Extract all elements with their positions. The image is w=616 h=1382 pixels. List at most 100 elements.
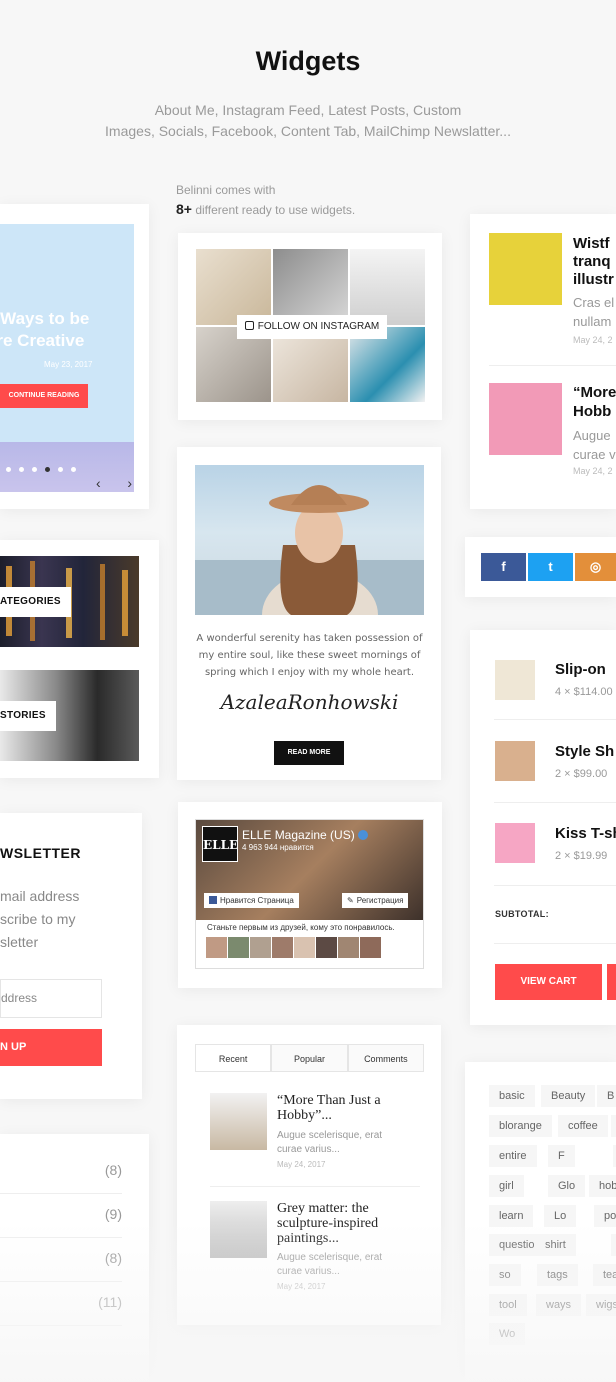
archive-row[interactable]: (9) — [0, 1194, 122, 1238]
tag-chip[interactable]: coffee — [558, 1115, 608, 1137]
post-title-line[interactable]: illustr — [573, 270, 614, 289]
avatar[interactable] — [294, 937, 315, 958]
checkout-button[interactable] — [607, 964, 616, 1000]
category-label-1[interactable]: ATEGORIES — [0, 587, 71, 617]
facebook-page-logo[interactable]: ELLE — [202, 826, 238, 862]
tag-chip[interactable]: learn — [489, 1205, 534, 1227]
avatar[interactable] — [206, 937, 227, 958]
slider-dot[interactable] — [6, 467, 11, 472]
tag-chip[interactable]: B — [597, 1085, 616, 1107]
facebook-page-name[interactable]: ELLE Magazine (US) — [242, 828, 369, 842]
tag-chip[interactable]: tags — [537, 1264, 578, 1286]
post-thumbnail[interactable] — [489, 233, 562, 305]
archive-row[interactable]: (8) — [0, 1150, 122, 1194]
post-title-line[interactable]: tranq — [573, 252, 611, 271]
tab-recent[interactable]: Recent — [195, 1044, 272, 1071]
post-thumbnail[interactable] — [210, 1093, 267, 1150]
slider-dot-active[interactable] — [45, 467, 50, 472]
tag-chip[interactable]: shops — [611, 1234, 616, 1256]
archive-count: (8) — [104, 1250, 122, 1266]
tab-popular[interactable]: Popular — [271, 1044, 348, 1071]
avatar[interactable] — [360, 937, 381, 958]
divider — [494, 802, 616, 803]
tag-chip[interactable]: entire — [489, 1145, 537, 1167]
intro-line-1: Belinni comes with — [176, 183, 276, 197]
instagram-photo[interactable] — [350, 249, 425, 325]
slide-date: May 23, 2017 — [44, 360, 93, 369]
newsletter-title: WSLETTER — [0, 845, 81, 861]
product-qty: 4 × $114.00 — [555, 686, 613, 698]
slider-arrows: ‹ › — [96, 475, 132, 491]
post-thumbnail[interactable] — [210, 1201, 267, 1258]
tag-chip[interactable]: hobby — [589, 1175, 616, 1197]
tag-chip[interactable]: post — [594, 1205, 616, 1227]
verified-icon — [358, 830, 369, 840]
twitter-icon[interactable]: t — [528, 553, 573, 581]
post-date: May 24, 2017 — [277, 1282, 326, 1291]
tag-chip[interactable]: Wo — [489, 1323, 526, 1345]
intro-text: Belinni comes with 8+ different ready to… — [176, 181, 355, 220]
avatar[interactable] — [338, 937, 359, 958]
chevron-right-icon[interactable]: › — [127, 475, 132, 491]
tag-chip[interactable]: team — [593, 1264, 616, 1286]
instagram-icon[interactable]: ◎ — [575, 553, 616, 581]
post-excerpt: Augue — [573, 428, 611, 443]
slider-dot[interactable] — [19, 467, 24, 472]
follow-on-instagram-button[interactable]: FOLLOW ON INSTAGRAM — [237, 315, 387, 339]
post-title-line[interactable]: Hobb — [573, 402, 611, 421]
slider-dot[interactable] — [71, 467, 76, 472]
product-thumbnail[interactable] — [495, 823, 535, 863]
product-name[interactable]: Style Sh — [555, 743, 614, 760]
avatar[interactable] — [272, 937, 293, 958]
post-title-line[interactable]: Wistf — [573, 234, 610, 253]
tab-comments[interactable]: Comments — [347, 1044, 424, 1071]
tag-chip[interactable]: wigs — [586, 1294, 616, 1316]
tag-chip[interactable]: girl — [489, 1175, 524, 1197]
tag-chip[interactable]: F — [548, 1145, 575, 1167]
view-cart-button[interactable]: VIEW CART — [495, 964, 602, 1000]
tag-chip[interactable]: ways — [536, 1294, 582, 1316]
tag-chip[interactable]: tool — [489, 1294, 527, 1316]
tag-chip[interactable]: Beauty — [541, 1085, 596, 1107]
product-thumbnail[interactable] — [495, 741, 535, 781]
post-date: May 24, 2 — [573, 335, 613, 345]
tag-chip[interactable]: basic — [489, 1085, 535, 1107]
signature: AzaleaRonhowski — [220, 690, 399, 714]
slide-title[interactable]: 0 Ways to be ore Creative — [0, 308, 126, 352]
category-label-2[interactable]: STORIES — [0, 701, 56, 731]
tag-chip[interactable]: Lo — [544, 1205, 577, 1227]
product-name[interactable]: Slip-on — [555, 661, 606, 678]
newsletter-email-field[interactable]: ddress — [0, 979, 102, 1018]
product-name[interactable]: Kiss T-sh — [555, 825, 616, 842]
tag-chip[interactable]: Glo — [548, 1175, 586, 1197]
facebook-like-button[interactable]: Нравится Страница — [204, 893, 299, 908]
chevron-left-icon[interactable]: ‹ — [96, 475, 101, 491]
tag-chip[interactable]: design — [611, 1115, 616, 1137]
post-title[interactable]: Grey matter: the sculpture-inspired pain… — [277, 1201, 407, 1246]
archive-count: (8) — [104, 1162, 122, 1178]
avatar[interactable] — [250, 937, 271, 958]
facebook-likes: 4 963 944 нравится — [242, 843, 314, 852]
instagram-photo[interactable] — [273, 249, 348, 325]
tag-chip[interactable]: so — [489, 1264, 521, 1286]
newsletter-signup-button[interactable]: N UP — [0, 1029, 102, 1066]
slider-slide[interactable]: 0 Ways to be ore Creative May 23, 2017 C… — [0, 224, 134, 492]
post-excerpt: curae v — [573, 447, 616, 462]
archive-row[interactable]: (11) — [0, 1282, 122, 1326]
post-title-line[interactable]: “More — [573, 383, 616, 402]
facebook-icon[interactable]: f — [481, 553, 526, 581]
continue-reading-button[interactable]: CONTINUE READING — [0, 384, 88, 408]
archive-row[interactable]: (8) — [0, 1238, 122, 1282]
slider-dot[interactable] — [58, 467, 63, 472]
tag-chip[interactable]: blorange — [489, 1115, 552, 1137]
read-more-button[interactable]: READ MORE — [274, 741, 344, 765]
avatar[interactable] — [316, 937, 337, 958]
post-title[interactable]: “More Than Just a Hobby”... — [277, 1093, 407, 1123]
slider-dot[interactable] — [32, 467, 37, 472]
product-thumbnail[interactable] — [495, 660, 535, 700]
instagram-photo[interactable] — [196, 249, 271, 325]
post-thumbnail[interactable] — [489, 383, 562, 455]
facebook-register-button[interactable]: ✎ Регистрация — [342, 893, 409, 908]
avatar[interactable] — [228, 937, 249, 958]
tag-chip[interactable]: shirt — [535, 1234, 576, 1256]
